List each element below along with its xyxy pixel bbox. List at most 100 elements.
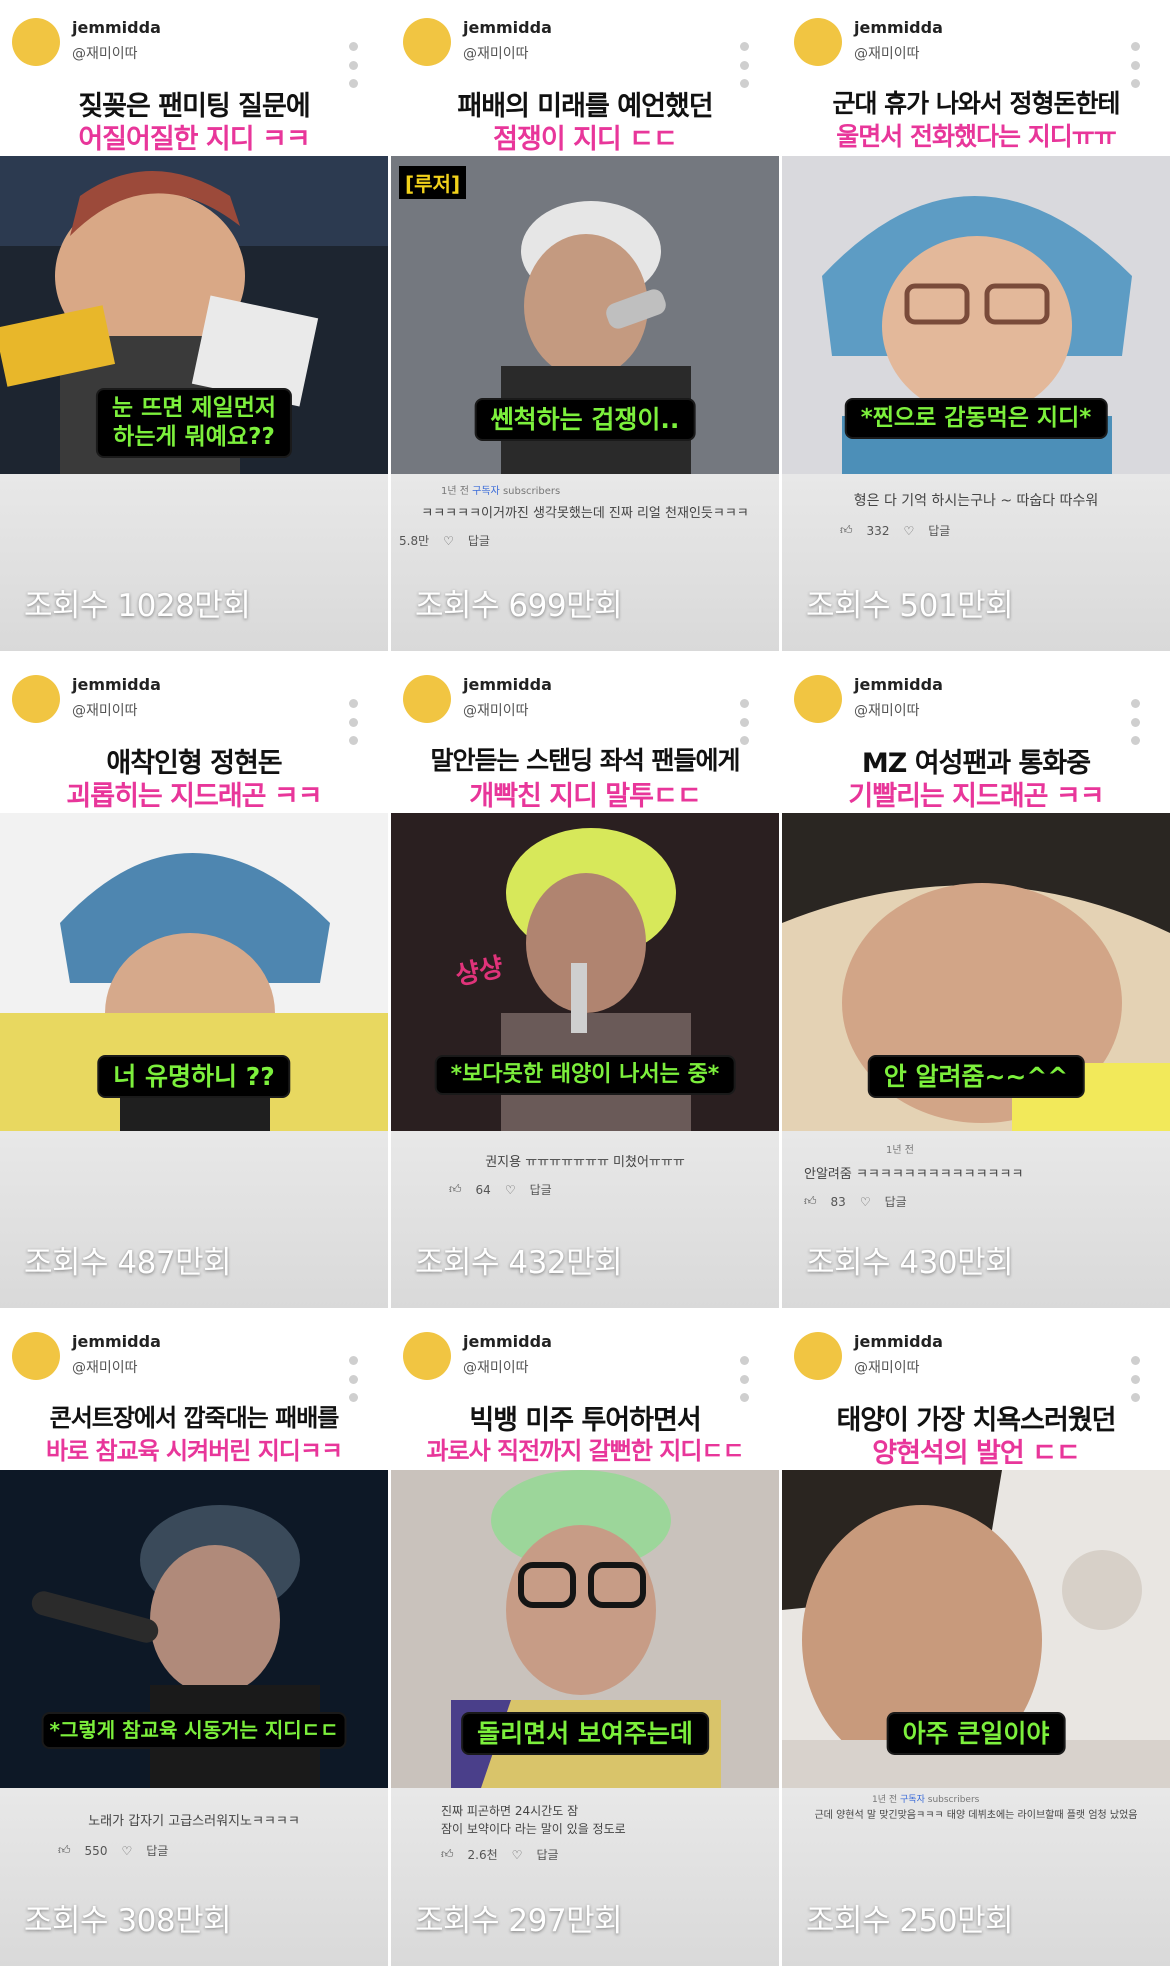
channel-handle: @재미이따: [463, 1360, 529, 1376]
channel-avatar[interactable]: [12, 18, 60, 66]
video-caption: *그렇게 참교육 시동거는 지디ㄷㄷ: [41, 1712, 347, 1749]
comment-snippet: 권지용 ㅠㅠㅠㅠㅠㅠㅠ 미쳤어ㅠㅠㅠ 👍︎ 64 ♡ 답글: [391, 1131, 779, 1241]
channel-name[interactable]: jemmidda: [72, 1332, 161, 1351]
channel-name[interactable]: jemmidda: [463, 1332, 552, 1351]
more-options-icon[interactable]: [737, 1356, 751, 1402]
channel-avatar[interactable]: [403, 1332, 451, 1380]
channel-name[interactable]: jemmidda: [72, 18, 161, 37]
like-icon: 👍︎: [58, 1843, 71, 1857]
video-tile[interactable]: jemmidda @재미이따 군대 휴가 나와서 정형돈한테 울면서 전화했다는…: [782, 0, 1170, 651]
comment-actions: 👍︎ 332 ♡ 답글: [840, 522, 950, 539]
comment-actions: 5.8만 ♡ 답글: [399, 532, 490, 549]
video-title-line2: 기빨리는 지드래곤 ㅋㅋ: [848, 781, 1104, 812]
more-options-icon[interactable]: [346, 42, 360, 88]
view-count: 조회수 487만회: [24, 1245, 232, 1281]
channel-avatar[interactable]: [794, 1332, 842, 1380]
channel-name[interactable]: jemmidda: [854, 1332, 943, 1351]
shorts-grid: jemmidda @재미이따 짖꽂은 팬미팅 질문에 어질어질한 지디 ㅋㅋ 눈…: [0, 0, 1170, 1968]
channel-handle: @재미이따: [854, 46, 920, 62]
comment-snippet: 형은 다 기억 하시는구나 ~ 따숩다 따수워 👍︎ 332 ♡ 답글: [782, 474, 1170, 584]
video-title-line1: 콘서트장에서 깝죽대는 패배를: [49, 1404, 340, 1432]
more-options-icon[interactable]: [737, 699, 751, 745]
more-options-icon[interactable]: [1128, 42, 1142, 88]
video-tile[interactable]: [루저] jemmidda @재미이따 패배의 미래를 예언했던 점쟁이 지디 …: [391, 0, 779, 651]
comment-text: 안알려줌 ㅋㅋㅋㅋㅋㅋㅋㅋㅋㅋㅋㅋㅋㅋ: [804, 1167, 1024, 1182]
tile-header: jemmidda @재미이따 빅뱅 미주 투어하면서 과로사 직전까지 갈뻔한 …: [391, 1314, 779, 1470]
comment-actions: 👍︎ 83 ♡ 답글: [804, 1193, 907, 1210]
like-count: 5.8만: [399, 534, 430, 548]
reply-label: 답글: [884, 1195, 907, 1209]
view-count: 조회수 297만회: [415, 1903, 623, 1939]
comment-snippet: 1년 전 구독자 subscribers ㅋㅋㅋㅋㅋ이거까진 생각못했는데 진짜…: [391, 474, 779, 584]
channel-avatar[interactable]: [794, 18, 842, 66]
channel-name[interactable]: jemmidda: [854, 675, 943, 694]
view-count: 조회수 250만회: [806, 1903, 1014, 1939]
like-icon: 👍︎: [449, 1182, 462, 1196]
tile-header: jemmidda @재미이따 태양이 가장 치욕스러웠던 양현석의 발언 ㄷㄷ: [782, 1314, 1170, 1470]
comment-text: ㅋㅋㅋㅋㅋ이거까진 생각못했는데 진짜 리얼 천재인듯ㅋㅋㅋ: [421, 506, 749, 521]
channel-name[interactable]: jemmidda: [463, 675, 552, 694]
video-title-line2: 개빡친 지디 말투ㄷㄷ: [469, 781, 701, 812]
video-caption: 너 유명하니 ??: [97, 1055, 291, 1099]
comment-snippet: 진짜 피곤하면 24시간도 잠 잠이 보약이다 라는 말이 있을 정도로 👍︎ …: [391, 1788, 779, 1898]
comment-text: 형은 다 기억 하시는구나 ~ 따숩다 따수워: [853, 493, 1099, 509]
video-tile[interactable]: jemmidda @재미이따 애착인형 정현돈 괴롭히는 지드래곤 ㅋㅋ 너 유…: [0, 657, 388, 1308]
video-title-line2: 양현석의 발언 ㄷㄷ: [872, 1438, 1081, 1469]
tile-header: jemmidda @재미이따 짖꽂은 팬미팅 질문에 어질어질한 지디 ㅋㅋ: [0, 0, 388, 156]
channel-avatar[interactable]: [403, 18, 451, 66]
video-title-line1: 말안듣는 스탠딩 좌석 팬들에게: [430, 746, 740, 775]
comment-snippet: 노래가 갑자기 고급스러워지노ㅋㅋㅋㅋ 👍︎ 550 ♡ 답글: [0, 1788, 388, 1898]
more-options-icon[interactable]: [1128, 699, 1142, 745]
tile-header: jemmidda @재미이따 애착인형 정현돈 괴롭히는 지드래곤 ㅋㅋ: [0, 657, 388, 813]
video-caption: *보다못한 태양이 나서는 중*: [434, 1055, 736, 1095]
view-count: 조회수 308만회: [24, 1903, 232, 1939]
view-count: 조회수 501만회: [806, 588, 1014, 624]
video-title-line2: 어질어질한 지디 ㅋㅋ: [78, 124, 310, 155]
more-options-icon[interactable]: [346, 699, 360, 745]
reply-label: 답글: [146, 1844, 169, 1858]
dislike-icon: ♡: [903, 523, 915, 538]
comment-actions: 👍︎ 2.6천 ♡ 답글: [441, 1846, 559, 1863]
video-caption: *찐으로 감동먹은 지디*: [844, 398, 1108, 439]
comment-snippet: 1년 전 안알려줌 ㅋㅋㅋㅋㅋㅋㅋㅋㅋㅋㅋㅋㅋㅋ 👍︎ 83 ♡ 답글: [782, 1131, 1170, 1241]
like-icon: 👍︎: [441, 1847, 454, 1861]
channel-avatar[interactable]: [794, 675, 842, 723]
video-title-line2: 점쟁이 지디 ㄷㄷ: [493, 124, 678, 155]
video-tile[interactable]: jemmidda @재미이따 콘서트장에서 깝죽대는 패배를 바로 참교육 시켜…: [0, 1314, 388, 1966]
channel-handle: @재미이따: [72, 703, 138, 719]
channel-name[interactable]: jemmidda: [72, 675, 161, 694]
more-options-icon[interactable]: [1128, 1356, 1142, 1402]
tile-header: jemmidda @재미이따 패배의 미래를 예언했던 점쟁이 지디 ㄷㄷ: [391, 0, 779, 156]
view-count: 조회수 430만회: [806, 1245, 1014, 1281]
comment-meta: 1년 전 구독자 subscribers: [441, 486, 561, 497]
comment-text: 근데 양현석 말 맞긴맞음ㅋㅋㅋ 태양 데뷔초에는 라이브할때 플랫 엄청 났었…: [814, 1810, 1138, 1821]
video-title-line2: 괴롭히는 지드래곤 ㅋㅋ: [66, 781, 322, 812]
channel-avatar[interactable]: [403, 675, 451, 723]
tile-header: jemmidda @재미이따 군대 휴가 나와서 정형돈한테 울면서 전화했다는…: [782, 0, 1170, 156]
comment-meta: 1년 전 구독자 subscribers: [872, 1795, 980, 1805]
dislike-icon: ♡: [504, 1182, 516, 1197]
video-tag: [루저]: [399, 166, 467, 199]
like-count: 332: [866, 523, 890, 538]
video-caption: 돌리면서 보여주는데: [461, 1712, 709, 1756]
comment-actions: 👍︎ 64 ♡ 답글: [449, 1181, 552, 1198]
channel-avatar[interactable]: [12, 675, 60, 723]
channel-name[interactable]: jemmidda: [463, 18, 552, 37]
video-tile[interactable]: jemmidda @재미이따 짖꽂은 팬미팅 질문에 어질어질한 지디 ㅋㅋ 눈…: [0, 0, 388, 651]
more-options-icon[interactable]: [737, 42, 751, 88]
video-tile[interactable]: jemmidda @재미이따 빅뱅 미주 투어하면서 과로사 직전까지 갈뻔한 …: [391, 1314, 779, 1966]
video-tile[interactable]: jemmidda @재미이따 MZ 여성팬과 통화중 기빨리는 지드래곤 ㅋㅋ …: [782, 657, 1170, 1308]
reply-label: 답글: [928, 524, 951, 538]
video-caption: 눈 뜨면 제일먼저 하는게 뭐예요??: [95, 388, 293, 458]
comment-actions: 👍︎ 550 ♡ 답글: [58, 1842, 168, 1859]
reply-label: 답글: [529, 1183, 552, 1197]
like-count: 550: [84, 1843, 108, 1858]
channel-avatar[interactable]: [12, 1332, 60, 1380]
video-tile[interactable]: 샹샹 jemmidda @재미이따 말안듣는 스탠딩 좌석 팬들에게 개빡친 지…: [391, 657, 779, 1308]
comment-text: 노래가 갑자기 고급스러워지노ㅋㅋㅋㅋ: [88, 1814, 300, 1829]
like-count: 2.6천: [467, 1848, 498, 1862]
channel-handle: @재미이따: [854, 1360, 920, 1376]
more-options-icon[interactable]: [346, 1356, 360, 1402]
channel-name[interactable]: jemmidda: [854, 18, 943, 37]
video-tile[interactable]: jemmidda @재미이따 태양이 가장 치욕스러웠던 양현석의 발언 ㄷㄷ …: [782, 1314, 1170, 1966]
